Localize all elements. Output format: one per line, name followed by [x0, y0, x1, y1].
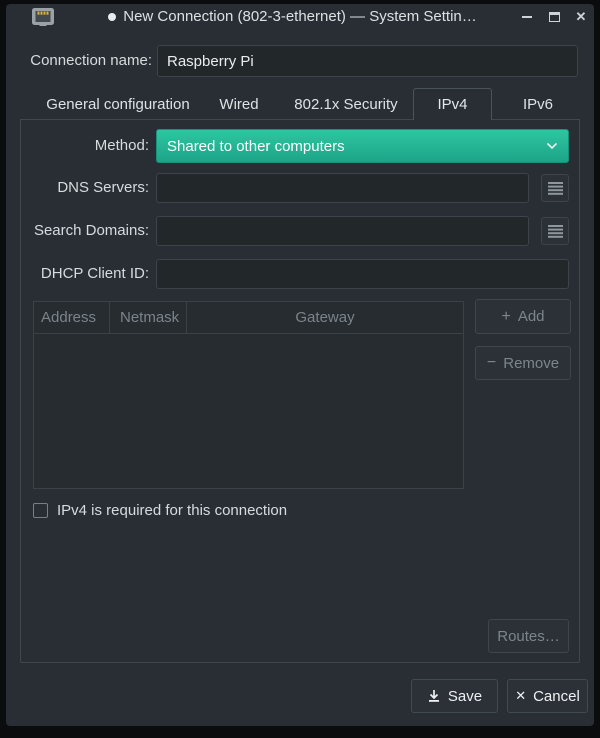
connection-name-input[interactable] [157, 45, 578, 77]
dns-servers-input[interactable] [156, 173, 529, 203]
ipv4-required-checkbox[interactable] [33, 503, 48, 518]
close-icon[interactable]: ✕ [574, 10, 588, 24]
search-domains-edit-button[interactable] [541, 217, 569, 245]
ipv4-tab-panel: Method: Shared to other computers DNS Se… [20, 119, 580, 663]
dhcp-client-id-input[interactable] [156, 259, 569, 289]
chevron-down-icon [546, 142, 558, 150]
tab-ipv6[interactable]: IPv6 [506, 90, 570, 120]
method-selected-value: Shared to other computers [167, 138, 546, 155]
tab-wired[interactable]: Wired [211, 90, 267, 120]
list-edit-icon [548, 181, 563, 195]
column-header-address[interactable]: Address [34, 302, 110, 333]
tab-general-configuration[interactable]: General configuration [30, 90, 206, 120]
dns-servers-edit-button[interactable] [541, 174, 569, 202]
ipv4-required-label: IPv4 is required for this connection [57, 502, 287, 519]
dns-servers-label: DNS Servers: [21, 173, 149, 203]
tab-8021x-security[interactable]: 802.1x Security [283, 90, 409, 120]
remove-button-label: Remove [503, 355, 559, 372]
minus-icon: − [487, 354, 496, 372]
method-label: Method: [21, 129, 149, 163]
ipv4-required-row: IPv4 is required for this connection [33, 500, 287, 520]
add-button-label: Add [518, 308, 545, 325]
plus-icon: + [501, 308, 510, 326]
minimize-icon[interactable] [520, 10, 534, 24]
screen: New Connection (802-3-ethernet) — System… [0, 0, 600, 738]
method-combobox[interactable]: Shared to other computers [156, 129, 569, 163]
address-table-header: Address Netmask Gateway [34, 302, 463, 334]
routes-button-label: Routes… [497, 628, 560, 645]
maximize-icon[interactable] [547, 10, 561, 24]
add-button[interactable]: + Add [475, 299, 571, 334]
tab-ipv4[interactable]: IPv4 [413, 88, 492, 120]
save-button[interactable]: Save [411, 679, 498, 713]
connection-name-label: Connection name: [22, 45, 152, 77]
save-icon [427, 689, 441, 703]
titlebar[interactable]: New Connection (802-3-ethernet) — System… [6, 4, 594, 30]
search-domains-label: Search Domains: [21, 216, 149, 246]
save-button-label: Save [448, 688, 482, 705]
cancel-button-label: Cancel [533, 688, 580, 705]
cancel-x-icon: ✕ [515, 688, 526, 704]
remove-button[interactable]: − Remove [475, 346, 571, 380]
settings-window: New Connection (802-3-ethernet) — System… [6, 4, 594, 726]
routes-button[interactable]: Routes… [488, 619, 569, 653]
window-title: New Connection (802-3-ethernet) — System… [6, 4, 594, 30]
address-table[interactable]: Address Netmask Gateway [33, 301, 464, 489]
list-edit-icon [548, 224, 563, 238]
column-header-gateway[interactable]: Gateway [187, 302, 463, 333]
window-controls: ✕ [520, 4, 588, 30]
column-header-netmask[interactable]: Netmask [110, 302, 187, 333]
search-domains-input[interactable] [156, 216, 529, 246]
cancel-button[interactable]: ✕ Cancel [507, 679, 588, 713]
dhcp-client-id-label: DHCP Client ID: [21, 259, 149, 289]
